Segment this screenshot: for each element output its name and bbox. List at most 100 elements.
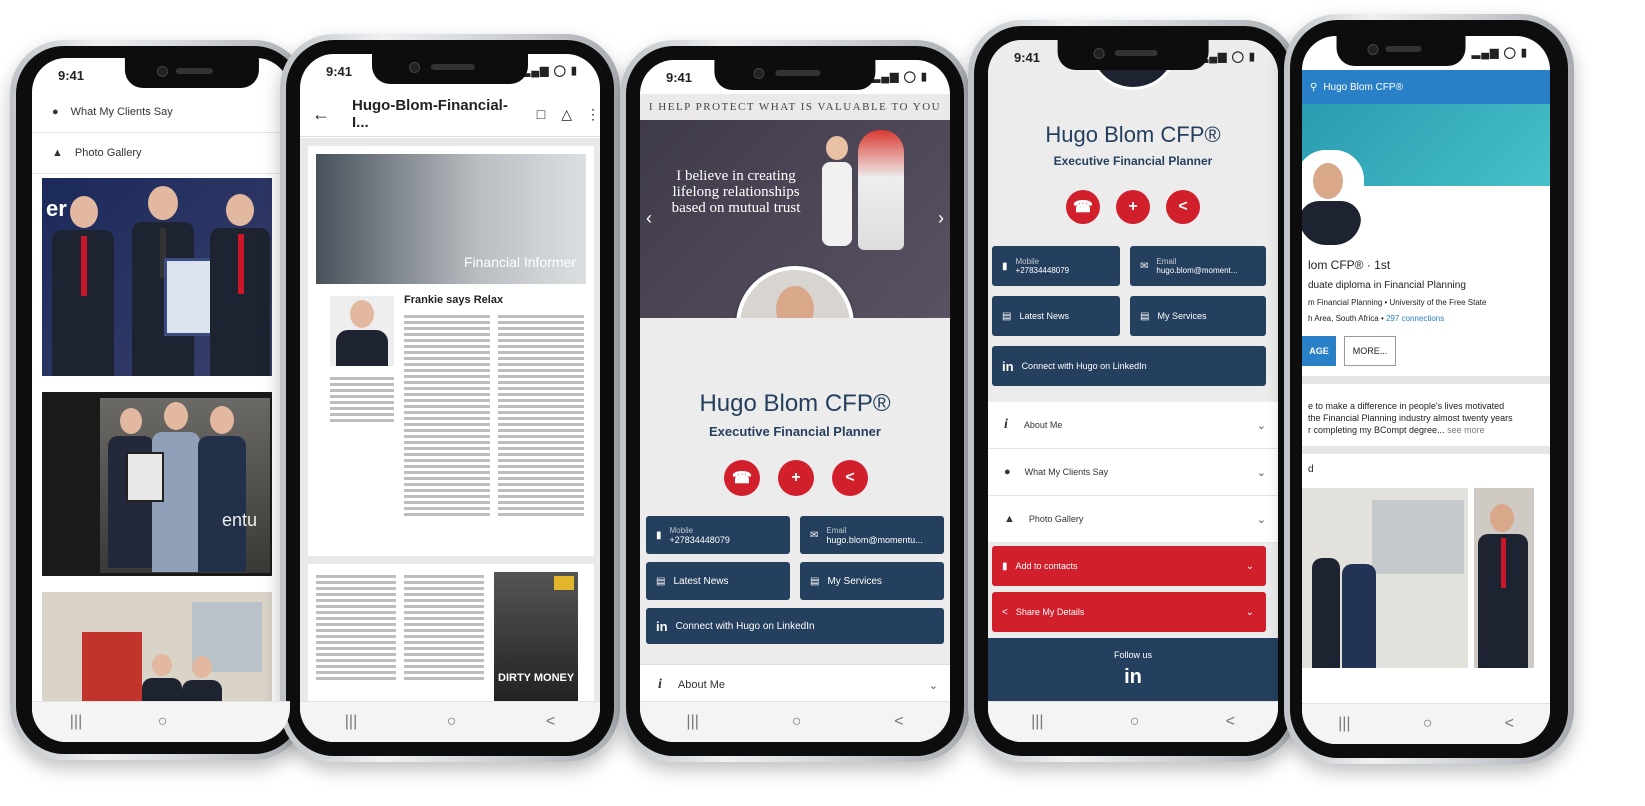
email-button[interactable]: ✉ Email hugo.blom@moment... — [1130, 246, 1266, 286]
banner-text: Financial Informer — [463, 254, 576, 270]
media-photo-1[interactable] — [1302, 488, 1468, 668]
chevron-down-icon: ⌄ — [1256, 513, 1266, 526]
phone-3: 9:41 ▂▄▆ ◯ ▮ I HELP PROTECT WHAT IS VALUA… — [620, 40, 970, 762]
carousel-next-icon[interactable]: › — [938, 208, 944, 229]
my-services-button[interactable]: ▤ My Services — [800, 562, 944, 600]
services-icon: ▤ — [1140, 310, 1150, 322]
signal-wifi-battery-icon: ▂▄▆ ◯ ▮ — [521, 65, 578, 77]
home-icon[interactable]: ○ — [792, 713, 802, 731]
more-button[interactable]: MORE... — [1344, 336, 1396, 366]
home-icon[interactable]: ○ — [158, 713, 168, 731]
menu-item-clients[interactable]: ● What My Clients Say — [32, 92, 290, 133]
mobile-button[interactable]: ▮ Mobile +27834448079 — [646, 516, 790, 554]
gallery-photo-2[interactable]: entu — [42, 392, 272, 576]
document-toolbar: ← Hugo-Blom-Financial-I... □ △ ⋮ — [300, 92, 600, 137]
see-more-link[interactable]: see more — [1447, 425, 1485, 435]
section-heading: d — [1308, 464, 1314, 475]
add-contact-button[interactable]: + — [1116, 190, 1150, 224]
about-me-row[interactable]: i About Me ⌄ — [988, 402, 1278, 449]
photo-text: entu — [222, 510, 258, 530]
newsletter-banner: Financial Informer — [316, 154, 586, 284]
girl-illustration — [820, 136, 854, 246]
home-icon[interactable]: ○ — [1423, 715, 1433, 733]
back-icon[interactable]: < — [894, 713, 903, 731]
recent-apps-icon[interactable]: ||| — [1031, 713, 1043, 731]
menu-item-gallery[interactable]: ▲ Photo Gallery — [32, 133, 290, 174]
linkedin-icon[interactable]: in — [988, 666, 1278, 689]
services-icon: ▤ — [810, 575, 820, 587]
chat-icon: ● — [52, 106, 59, 118]
add-to-contacts-button[interactable]: ▮ Add to contacts ⌄ — [992, 546, 1266, 586]
my-services-label: My Services — [1157, 311, 1207, 321]
recent-apps-icon[interactable]: ||| — [345, 713, 357, 731]
book-title: DIRTY MONEY — [498, 672, 575, 684]
whatsapp-icon: ☎ — [1073, 199, 1093, 216]
about-text-1: e to make a difference in people's lives… — [1308, 401, 1505, 411]
share-button[interactable]: < — [832, 460, 868, 496]
footer-follow: Follow us in — [988, 638, 1278, 708]
message-label: AGE — [1309, 346, 1329, 356]
author-photo — [330, 296, 394, 366]
back-arrow-icon[interactable]: ← — [312, 104, 330, 125]
photo-gallery-row[interactable]: ▲ Photo Gallery ⌄ — [988, 496, 1278, 543]
menu-label: Photo Gallery — [1028, 514, 1084, 524]
chevron-down-icon: ⌄ — [1256, 419, 1266, 432]
recent-apps-icon[interactable]: ||| — [686, 713, 698, 731]
mobile-button[interactable]: ▮ Mobile +27834448079 — [992, 246, 1120, 286]
profile-name: Hugo Blom CFP® — [699, 390, 891, 417]
whatsapp-button[interactable]: ☎ — [1066, 190, 1100, 224]
phone-4: 9:41 ▂▄▆ ◯ ▮ Hugo Blom CFP® Executive Fin… — [968, 20, 1298, 762]
connections-link[interactable]: 297 connections — [1386, 314, 1444, 323]
info-icon: i — [658, 677, 662, 692]
share-details-button[interactable]: < Share My Details ⌄ — [992, 592, 1266, 632]
home-icon[interactable]: ○ — [447, 713, 457, 731]
latest-news-button[interactable]: ▤ Latest News — [646, 562, 790, 600]
linkedin-button[interactable]: in Connect with Hugo on LinkedIn — [992, 346, 1266, 386]
phone-icon: ▮ — [1002, 260, 1008, 272]
recent-apps-icon[interactable]: ||| — [1338, 715, 1350, 733]
gallery-icon: ▲ — [1004, 513, 1015, 525]
whatsapp-icon: ☎ — [732, 470, 752, 487]
education: m Financial Planning • University of the… — [1308, 298, 1487, 307]
gallery-photo-3[interactable] — [42, 592, 272, 712]
linkedin-button[interactable]: in Connect with Hugo on LinkedIn — [646, 608, 944, 644]
phone-1: 9:41 ● What My Clients Say ▲ Photo Galle… — [10, 40, 308, 760]
news-icon: ▤ — [1002, 310, 1012, 322]
status-time: 9:41 — [666, 70, 693, 85]
linkedin-search-bar[interactable]: ⚲ Hugo Blom CFP® — [1302, 70, 1550, 104]
gallery-photo-1[interactable]: er — [42, 178, 272, 376]
document-icon[interactable]: □ — [537, 106, 545, 122]
about-me-row[interactable]: i About Me ⌄ — [640, 664, 950, 706]
info-icon: i — [1004, 417, 1008, 432]
message-button[interactable]: AGE — [1302, 336, 1336, 366]
back-icon[interactable]: < — [546, 713, 555, 731]
home-icon[interactable]: ○ — [1130, 713, 1140, 731]
latest-news-label: Latest News — [673, 575, 729, 587]
share-icon: < — [1002, 606, 1008, 618]
email-button[interactable]: ✉ Email hugo.blom@momentu... — [800, 516, 944, 554]
about-text-3: r completing my BCompt degree... — [1308, 425, 1445, 435]
carousel-prev-icon[interactable]: ‹ — [646, 208, 652, 229]
clients-say-row[interactable]: ● What My Clients Say ⌄ — [988, 449, 1278, 496]
back-icon[interactable]: < — [1505, 715, 1514, 733]
profile-name: Hugo Blom CFP® — [1045, 122, 1221, 147]
more-icon[interactable]: ⋮ — [586, 106, 600, 123]
my-services-button[interactable]: ▤ My Services — [1130, 296, 1266, 336]
drive-icon[interactable]: △ — [561, 106, 572, 123]
whatsapp-button[interactable]: ☎ — [724, 460, 760, 496]
share-label: Share My Details — [1015, 607, 1085, 617]
back-icon[interactable]: < — [1226, 713, 1235, 731]
media-photo-2[interactable] — [1474, 488, 1534, 668]
more-label: MORE... — [1352, 346, 1388, 356]
chevron-down-icon: ⌄ — [1245, 606, 1254, 618]
email-label: Email — [826, 525, 847, 535]
share-button[interactable]: < — [1166, 190, 1200, 224]
headline: duate diploma in Financial Planning — [1308, 280, 1466, 291]
mobile-value: +27834448079 — [1015, 266, 1070, 275]
add-contact-button[interactable]: + — [778, 460, 814, 496]
menu-label: What My Clients Say — [70, 106, 173, 118]
android-nav-bar: ||| ○ < — [988, 701, 1278, 742]
recent-apps-icon[interactable]: ||| — [70, 713, 82, 731]
latest-news-button[interactable]: ▤ Latest News — [992, 296, 1120, 336]
my-services-label: My Services — [827, 575, 882, 587]
